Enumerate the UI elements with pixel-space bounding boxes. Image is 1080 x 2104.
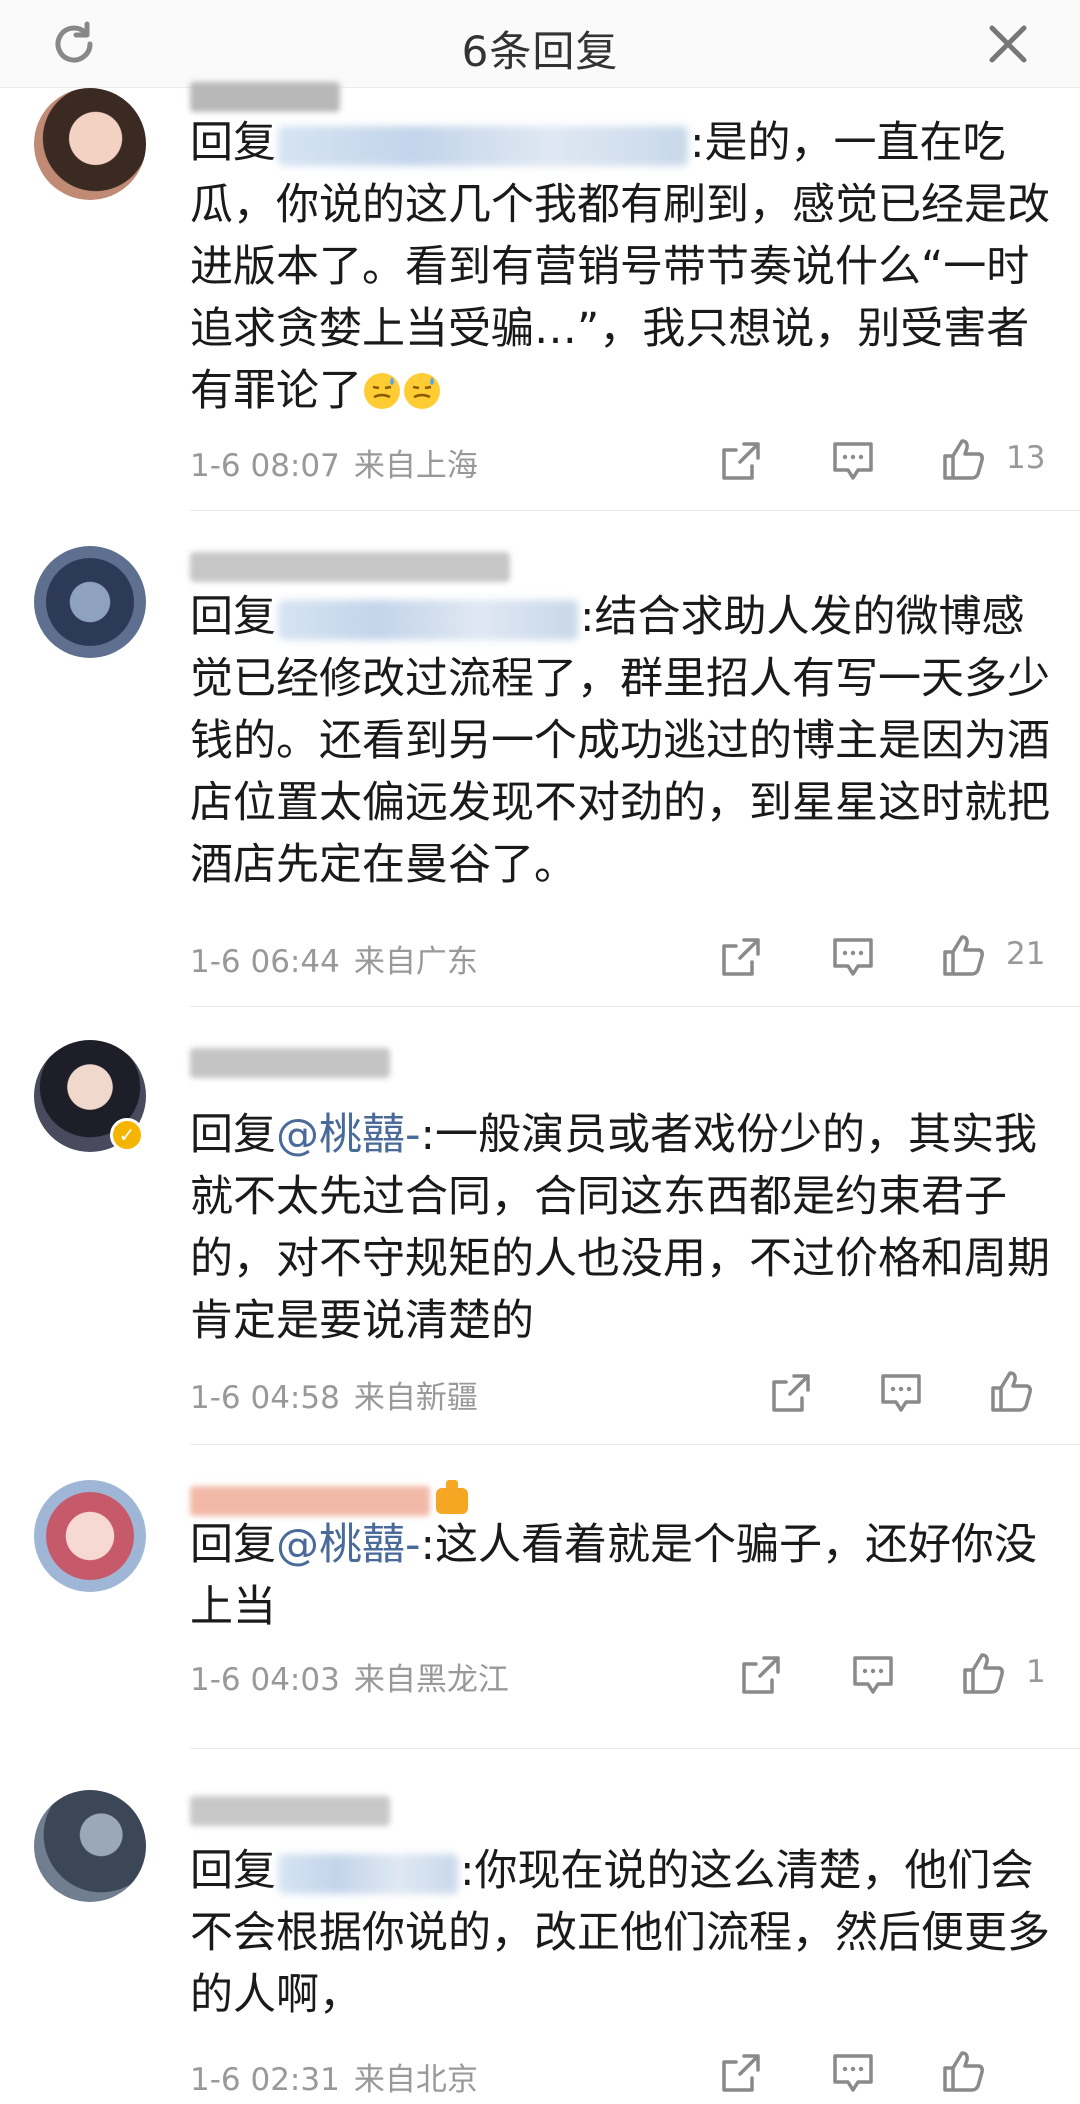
header-bar: 6条回复 (0, 0, 1080, 88)
avatar[interactable] (34, 546, 146, 658)
like-icon[interactable] (940, 932, 986, 978)
location: 来自广东 (353, 944, 478, 980)
divider (190, 1006, 1080, 1007)
like-icon[interactable] (940, 436, 986, 482)
location: 来自北京 (353, 2062, 478, 2098)
comment-icon[interactable] (830, 438, 876, 484)
username[interactable] (190, 552, 510, 582)
like-icon[interactable] (988, 1368, 1034, 1414)
share-icon[interactable] (718, 2050, 764, 2096)
comment-icon[interactable] (850, 1652, 896, 1698)
mention-link[interactable]: @桃囍- (276, 1520, 421, 1570)
comment-meta: 1-6 04:03 来自黑龙江 (190, 1654, 509, 1699)
like-icon[interactable] (960, 1650, 1006, 1696)
comment-meta: 1-6 04:58 来自新疆 (190, 1372, 478, 1417)
close-icon[interactable] (980, 16, 1036, 72)
comment-meta: 1-6 08:07 来自上海 (190, 440, 478, 485)
sweat-emoji-icon (364, 373, 400, 409)
like-count: 13 (1006, 440, 1046, 476)
comment-text: 回复:是的，一直在吃瓜，你说的这几个我都有刷到，感觉已经是改进版本了。看到有营销… (190, 118, 1050, 416)
divider (190, 510, 1080, 511)
timestamp: 1-6 02:31 (190, 2062, 340, 2098)
mention-blurred[interactable] (278, 599, 578, 640)
username[interactable] (190, 82, 340, 112)
comment-text: 回复:你现在说的这么清楚，他们会不会根据你说的，改正他们流程，然后便更多的人啊， (190, 1846, 1050, 2020)
share-icon[interactable] (738, 1652, 784, 1698)
avatar[interactable] (34, 1480, 146, 1592)
timestamp: 1-6 04:58 (190, 1380, 340, 1416)
share-icon[interactable] (718, 438, 764, 484)
comment-icon[interactable] (830, 934, 876, 980)
comment-text: 回复@桃囍-:这人看着就是个骗子，还好你没上当 (190, 1520, 1038, 1632)
comment-icon[interactable] (830, 2050, 876, 2096)
comment-text: 回复@桃囍-:一般演员或者戏份少的，其实我就不太先过合同，合同这东西都是约束君子… (190, 1110, 1050, 1346)
like-icon[interactable] (940, 2048, 986, 2094)
page-title: 6条回复 (461, 27, 619, 76)
comment-meta: 1-6 06:44 来自广东 (190, 936, 478, 981)
share-icon[interactable] (768, 1370, 814, 1416)
like-count: 1 (1026, 1654, 1046, 1690)
divider (190, 1444, 1080, 1445)
location: 来自新疆 (353, 1380, 478, 1416)
comment-icon[interactable] (878, 1370, 924, 1416)
like-count: 21 (1006, 936, 1046, 972)
username[interactable] (190, 1796, 390, 1826)
comment-meta: 1-6 02:31 来自北京 (190, 2054, 478, 2099)
share-icon[interactable] (718, 934, 764, 980)
mention-blurred[interactable] (278, 125, 688, 166)
verified-badge-icon: ✓ (110, 1118, 144, 1152)
avatar[interactable] (34, 88, 146, 200)
location: 来自上海 (353, 448, 478, 484)
location: 来自黑龙江 (353, 1662, 509, 1698)
username[interactable] (190, 1486, 430, 1516)
timestamp: 1-6 04:03 (190, 1662, 340, 1698)
divider (190, 1748, 1080, 1749)
timestamp: 1-6 08:07 (190, 448, 340, 484)
avatar[interactable] (34, 1790, 146, 1902)
sweat-emoji-icon (404, 373, 440, 409)
comment-text: 回复:结合求助人发的微博感觉已经修改过流程了，群里招人有写一天多少钱的。还看到另… (190, 592, 1050, 890)
username[interactable] (190, 1048, 390, 1078)
timestamp: 1-6 06:44 (190, 944, 340, 980)
mention-blurred[interactable] (278, 1853, 458, 1894)
mention-link[interactable]: @桃囍- (276, 1110, 421, 1160)
